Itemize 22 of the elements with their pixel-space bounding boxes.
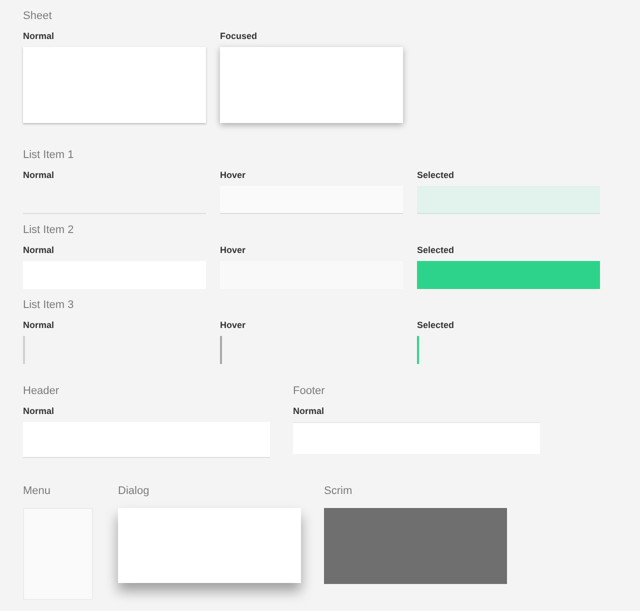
section-title: List Item 1 — [23, 148, 75, 162]
section-title: Menu — [23, 484, 52, 498]
section-title: Footer — [293, 384, 326, 398]
section-title: Header — [23, 384, 60, 398]
section-title: Scrim — [324, 484, 354, 498]
section-title: Sheet — [23, 9, 53, 23]
section-title: List Item 2 — [23, 223, 75, 237]
state-label: Normal — [23, 406, 56, 417]
section-title: Dialog — [118, 484, 150, 498]
state-label: Hover — [220, 320, 247, 331]
state-label: Hover — [220, 170, 247, 181]
state-label: Normal — [293, 406, 326, 417]
state-label: Selected — [417, 245, 456, 256]
section-title: List Item 3 — [23, 298, 75, 312]
state-label: Selected — [417, 170, 456, 181]
state-label: Normal — [23, 245, 56, 256]
state-label: Selected — [417, 320, 456, 331]
state-label: Hover — [220, 245, 247, 256]
state-label: Normal — [23, 170, 56, 181]
state-label: Normal — [23, 320, 56, 331]
state-label: Focused — [220, 31, 258, 42]
state-label: Normal — [23, 31, 56, 42]
